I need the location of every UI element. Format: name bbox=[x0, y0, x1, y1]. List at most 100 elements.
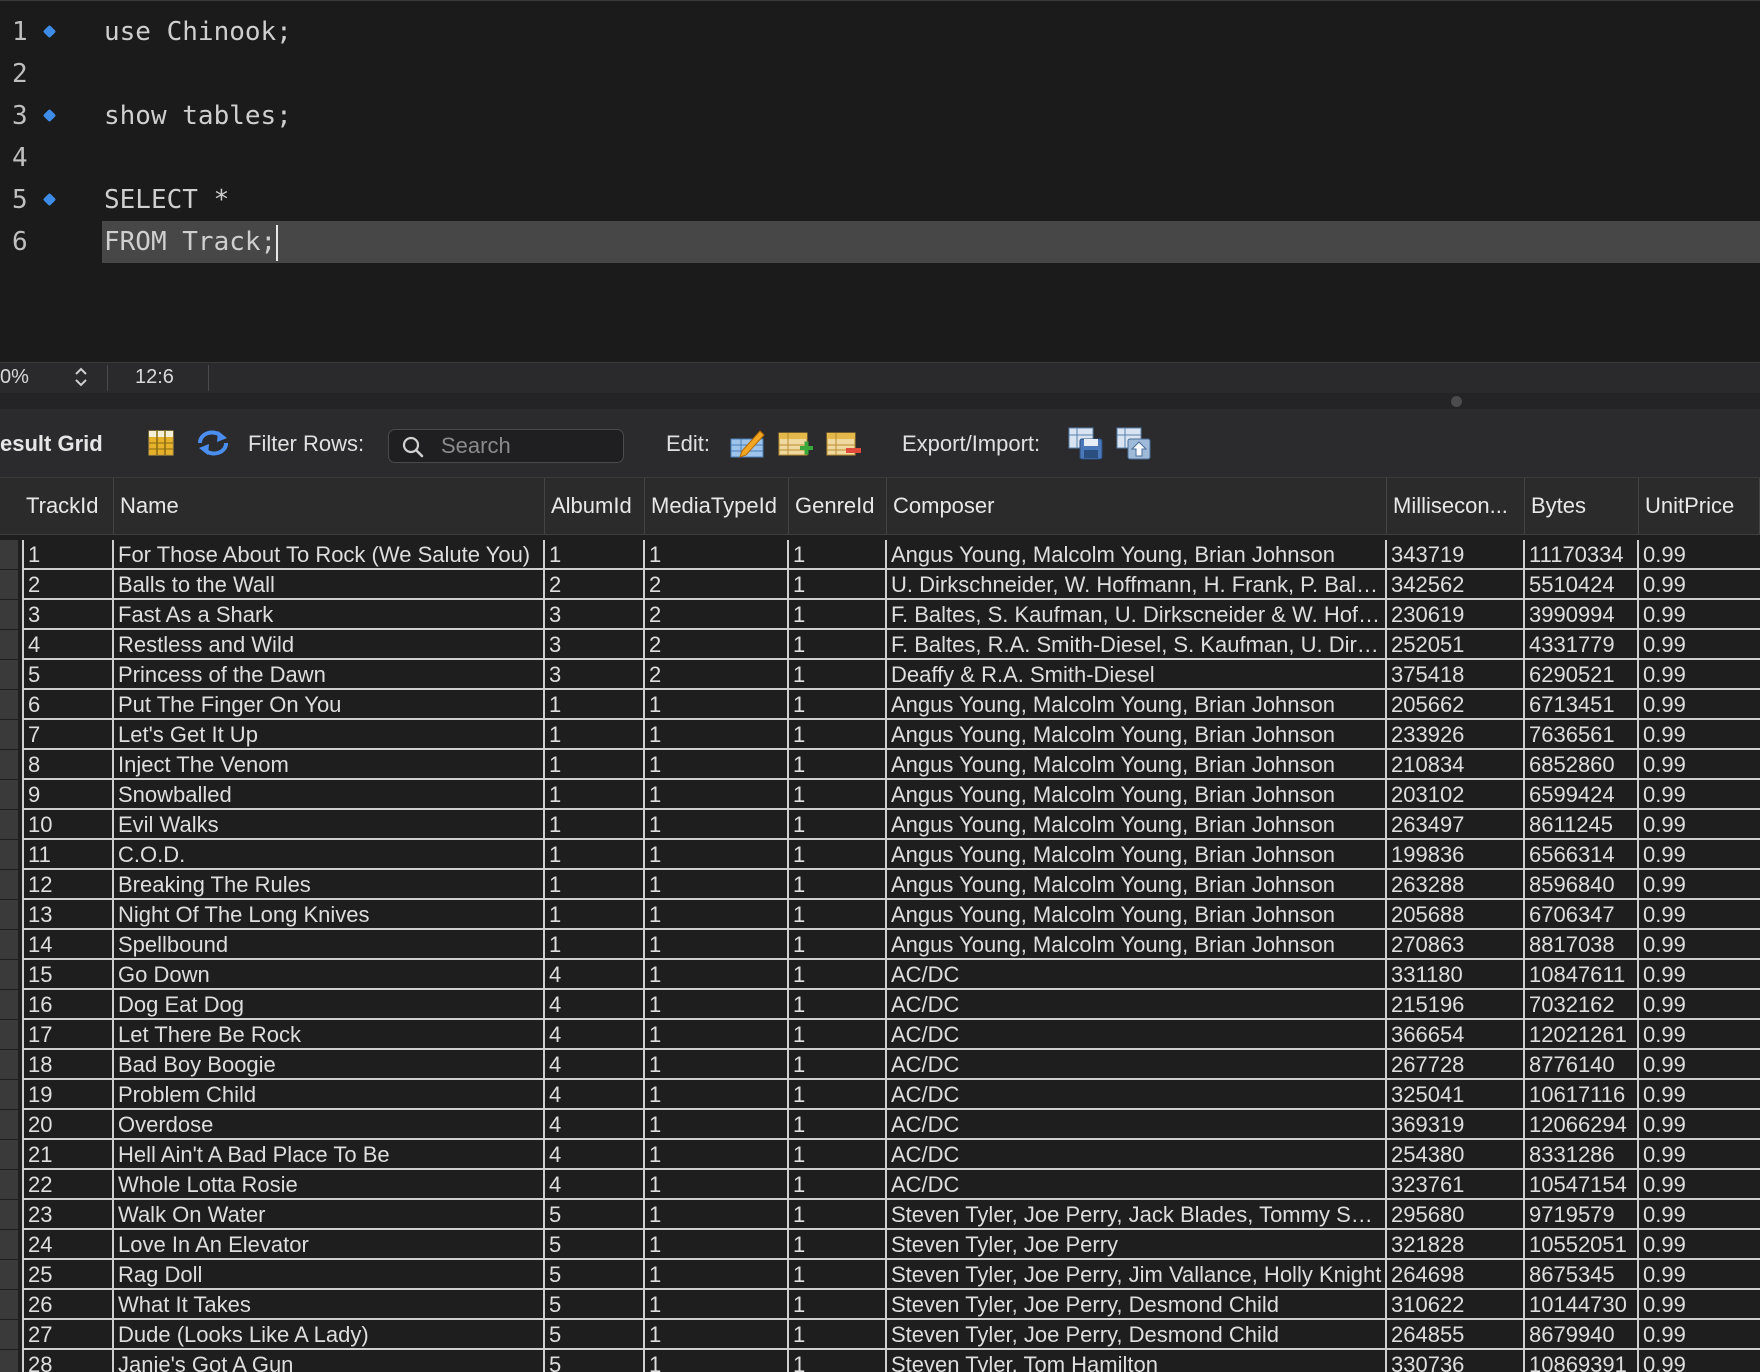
cell-trackid[interactable]: 9 bbox=[22, 780, 114, 810]
cell-bytes[interactable]: 10552051 bbox=[1525, 1230, 1639, 1260]
table-row[interactable]: 9 Snowballed 1 1 1 Angus Young, Malcolm Young… bbox=[0, 780, 1760, 810]
cell-composer[interactable]: Angus Young, Malcolm Young, Brian Johnso… bbox=[887, 750, 1387, 780]
cell-albumid[interactable]: 4 bbox=[545, 1110, 645, 1140]
cell-mediatypeid[interactable]: 1 bbox=[645, 1320, 789, 1350]
cell-trackid[interactable]: 1 bbox=[22, 540, 114, 570]
cell-genreid[interactable]: 1 bbox=[789, 1230, 887, 1260]
row-selector[interactable] bbox=[0, 900, 18, 929]
cell-composer[interactable]: Angus Young, Malcolm Young, Brian Johnso… bbox=[887, 690, 1387, 720]
code-line[interactable]: 3 show tables; bbox=[0, 95, 1760, 137]
cell-unitprice[interactable]: 0.99 bbox=[1639, 750, 1760, 780]
cell-bytes[interactable]: 8596840 bbox=[1525, 870, 1639, 900]
cell-name[interactable]: Spellbound bbox=[114, 930, 545, 960]
splitter-handle-icon[interactable] bbox=[1451, 396, 1462, 407]
cell-bytes[interactable]: 8817038 bbox=[1525, 930, 1639, 960]
cell-genreid[interactable]: 1 bbox=[789, 780, 887, 810]
cell-albumid[interactable]: 3 bbox=[545, 660, 645, 690]
cell-name[interactable]: Dog Eat Dog bbox=[114, 990, 545, 1020]
cell-mediatypeid[interactable]: 1 bbox=[645, 960, 789, 990]
cell-albumid[interactable]: 4 bbox=[545, 1080, 645, 1110]
cell-albumid[interactable]: 1 bbox=[545, 930, 645, 960]
cell-composer[interactable]: AC/DC bbox=[887, 1080, 1387, 1110]
cell-genreid[interactable]: 1 bbox=[789, 1080, 887, 1110]
cell-composer[interactable]: F. Baltes, R.A. Smith-Diesel, S. Kaufman… bbox=[887, 630, 1387, 660]
cell-name[interactable]: Hell Ain't A Bad Place To Be bbox=[114, 1140, 545, 1170]
cell-genreid[interactable]: 1 bbox=[789, 990, 887, 1020]
code-line[interactable]: 2 bbox=[0, 53, 1760, 95]
cell-milliseconds[interactable]: 343719 bbox=[1387, 540, 1525, 570]
column-header-composer[interactable]: Composer bbox=[887, 478, 1387, 534]
cell-unitprice[interactable]: 0.99 bbox=[1639, 810, 1760, 840]
cell-name[interactable]: Restless and Wild bbox=[114, 630, 545, 660]
cell-mediatypeid[interactable]: 1 bbox=[645, 1140, 789, 1170]
row-selector[interactable] bbox=[0, 1290, 18, 1319]
cell-albumid[interactable]: 5 bbox=[545, 1320, 645, 1350]
cell-name[interactable]: Bad Boy Boogie bbox=[114, 1050, 545, 1080]
cell-milliseconds[interactable]: 267728 bbox=[1387, 1050, 1525, 1080]
row-selector[interactable] bbox=[0, 1080, 18, 1109]
cell-unitprice[interactable]: 0.99 bbox=[1639, 1020, 1760, 1050]
cell-composer[interactable]: Deaffy & R.A. Smith-Diesel bbox=[887, 660, 1387, 690]
cell-trackid[interactable]: 3 bbox=[22, 600, 114, 630]
table-row[interactable]: 2 Balls to the Wall 2 2 1 U. Dirkschneider, W… bbox=[0, 570, 1760, 600]
cell-unitprice[interactable]: 0.99 bbox=[1639, 1080, 1760, 1110]
cell-name[interactable]: Let's Get It Up bbox=[114, 720, 545, 750]
cell-composer[interactable]: AC/DC bbox=[887, 990, 1387, 1020]
cell-unitprice[interactable]: 0.99 bbox=[1639, 600, 1760, 630]
column-header-albumid[interactable]: AlbumId bbox=[545, 478, 645, 534]
cell-genreid[interactable]: 1 bbox=[789, 750, 887, 780]
cell-name[interactable]: Let There Be Rock bbox=[114, 1020, 545, 1050]
cell-genreid[interactable]: 1 bbox=[789, 1050, 887, 1080]
filter-search-box[interactable] bbox=[388, 429, 624, 463]
cell-mediatypeid[interactable]: 1 bbox=[645, 540, 789, 570]
table-row[interactable]: 14 Spellbound 1 1 1 Angus Young, Malcolm Youn… bbox=[0, 930, 1760, 960]
cell-albumid[interactable]: 4 bbox=[545, 960, 645, 990]
cell-composer[interactable]: AC/DC bbox=[887, 1170, 1387, 1200]
add-row-icon[interactable] bbox=[778, 429, 814, 465]
cell-mediatypeid[interactable]: 1 bbox=[645, 1230, 789, 1260]
cell-milliseconds[interactable]: 310622 bbox=[1387, 1290, 1525, 1320]
cell-albumid[interactable]: 1 bbox=[545, 810, 645, 840]
cell-composer[interactable]: Steven Tyler, Joe Perry bbox=[887, 1230, 1387, 1260]
cell-composer[interactable]: Angus Young, Malcolm Young, Brian Johnso… bbox=[887, 810, 1387, 840]
cell-genreid[interactable]: 1 bbox=[789, 930, 887, 960]
cell-trackid[interactable]: 25 bbox=[22, 1260, 114, 1290]
cell-composer[interactable]: Steven Tyler, Tom Hamilton bbox=[887, 1350, 1387, 1372]
cell-milliseconds[interactable]: 230619 bbox=[1387, 600, 1525, 630]
row-selector[interactable] bbox=[0, 1050, 18, 1079]
cell-genreid[interactable]: 1 bbox=[789, 600, 887, 630]
row-selector[interactable] bbox=[0, 540, 18, 569]
cell-genreid[interactable]: 1 bbox=[789, 630, 887, 660]
cell-unitprice[interactable]: 0.99 bbox=[1639, 780, 1760, 810]
cell-albumid[interactable]: 5 bbox=[545, 1350, 645, 1372]
row-selector[interactable] bbox=[0, 840, 18, 869]
cell-name[interactable]: C.O.D. bbox=[114, 840, 545, 870]
table-row[interactable]: 26 What It Takes 5 1 1 Steven Tyler, Joe Perr… bbox=[0, 1290, 1760, 1320]
cell-composer[interactable]: U. Dirkschneider, W. Hoffmann, H. Frank,… bbox=[887, 570, 1387, 600]
cell-bytes[interactable]: 9719579 bbox=[1525, 1200, 1639, 1230]
table-row[interactable]: 28 Janie's Got A Gun 5 1 1 Steven Tyler, Tom … bbox=[0, 1350, 1760, 1372]
row-selector[interactable] bbox=[0, 1230, 18, 1259]
cell-mediatypeid[interactable]: 2 bbox=[645, 660, 789, 690]
cell-name[interactable]: Walk On Water bbox=[114, 1200, 545, 1230]
cell-mediatypeid[interactable]: 1 bbox=[645, 1050, 789, 1080]
cell-unitprice[interactable]: 0.99 bbox=[1639, 570, 1760, 600]
cell-albumid[interactable]: 4 bbox=[545, 1140, 645, 1170]
code-line-current[interactable]: 6 FROM Track; bbox=[0, 221, 1760, 263]
cell-unitprice[interactable]: 0.99 bbox=[1639, 1140, 1760, 1170]
grid-layout-icon[interactable] bbox=[148, 430, 174, 462]
cell-genreid[interactable]: 1 bbox=[789, 900, 887, 930]
cell-unitprice[interactable]: 0.99 bbox=[1639, 990, 1760, 1020]
result-grid-tab[interactable]: esult Grid bbox=[0, 431, 103, 457]
cell-name[interactable]: Rag Doll bbox=[114, 1260, 545, 1290]
cell-bytes[interactable]: 8675345 bbox=[1525, 1260, 1639, 1290]
cell-unitprice[interactable]: 0.99 bbox=[1639, 1320, 1760, 1350]
table-row[interactable]: 6 Put The Finger On You 1 1 1 Angus Young, Ma… bbox=[0, 690, 1760, 720]
export-icon[interactable] bbox=[1068, 427, 1104, 467]
cell-mediatypeid[interactable]: 1 bbox=[645, 720, 789, 750]
cell-bytes[interactable]: 8331286 bbox=[1525, 1140, 1639, 1170]
cell-genreid[interactable]: 1 bbox=[789, 660, 887, 690]
cell-milliseconds[interactable]: 270863 bbox=[1387, 930, 1525, 960]
cell-genreid[interactable]: 1 bbox=[789, 540, 887, 570]
cell-unitprice[interactable]: 0.99 bbox=[1639, 900, 1760, 930]
